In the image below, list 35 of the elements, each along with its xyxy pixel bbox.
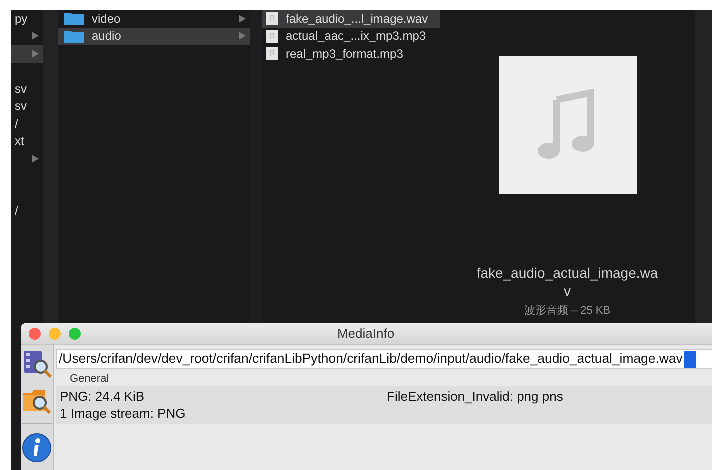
info-icon[interactable] bbox=[21, 432, 53, 462]
item-label: xt bbox=[15, 133, 24, 150]
item-label: / bbox=[15, 203, 18, 220]
general-tab[interactable]: General bbox=[70, 373, 110, 385]
file-name: real_mp3_format.mp3 bbox=[286, 46, 404, 63]
audio-file-icon bbox=[266, 47, 278, 60]
file-name: actual_aac_...ix_mp3.mp3 bbox=[286, 28, 426, 46]
info-text: FileExtension_Invalid: png pns bbox=[387, 388, 564, 405]
file-name: fake_audio_...l_image.wav bbox=[286, 10, 428, 28]
file-name-label: fake_audio_actual_image.wa v bbox=[476, 264, 658, 300]
audio-file-icon bbox=[266, 12, 278, 26]
item-label: sv bbox=[15, 98, 27, 116]
folder-icon bbox=[64, 12, 84, 26]
file-row[interactable]: fake_audio_...l_image.wav bbox=[262, 10, 440, 28]
music-note-icon bbox=[498, 56, 636, 194]
info-text: PNG: 24.4 KiB bbox=[60, 388, 146, 405]
folder-name: video bbox=[92, 10, 121, 28]
close-button[interactable] bbox=[29, 328, 41, 340]
minimize-button[interactable] bbox=[49, 328, 61, 340]
item-label: / bbox=[15, 116, 18, 133]
file-row[interactable]: actual_aac_...ix_mp3.mp3 bbox=[262, 28, 440, 45]
audio-file-icon bbox=[266, 30, 278, 43]
item-label: py bbox=[15, 10, 28, 28]
selected-row[interactable] bbox=[11, 45, 43, 62]
film-magnifier-icon[interactable] bbox=[21, 349, 53, 379]
folder-icon bbox=[64, 30, 84, 43]
file-path-field[interactable]: /Users/crifan/dev/dev_root/crifan/crifanLibPython/crifanLib/demo/input/audio/fake_audio_actual_image.wav bbox=[56, 349, 712, 369]
item-label: sv bbox=[15, 80, 27, 98]
folder-name: audio bbox=[92, 28, 122, 46]
info-text: 1 Image stream: PNG bbox=[60, 405, 187, 422]
zoom-button[interactable] bbox=[69, 328, 81, 340]
folder-row[interactable]: audio bbox=[58, 28, 250, 45]
file-info: 波形音频 – 25 KB bbox=[524, 304, 611, 319]
file-row[interactable]: real_mp3_format.mp3 bbox=[262, 45, 440, 62]
window-title: MediaInfo bbox=[336, 324, 396, 343]
